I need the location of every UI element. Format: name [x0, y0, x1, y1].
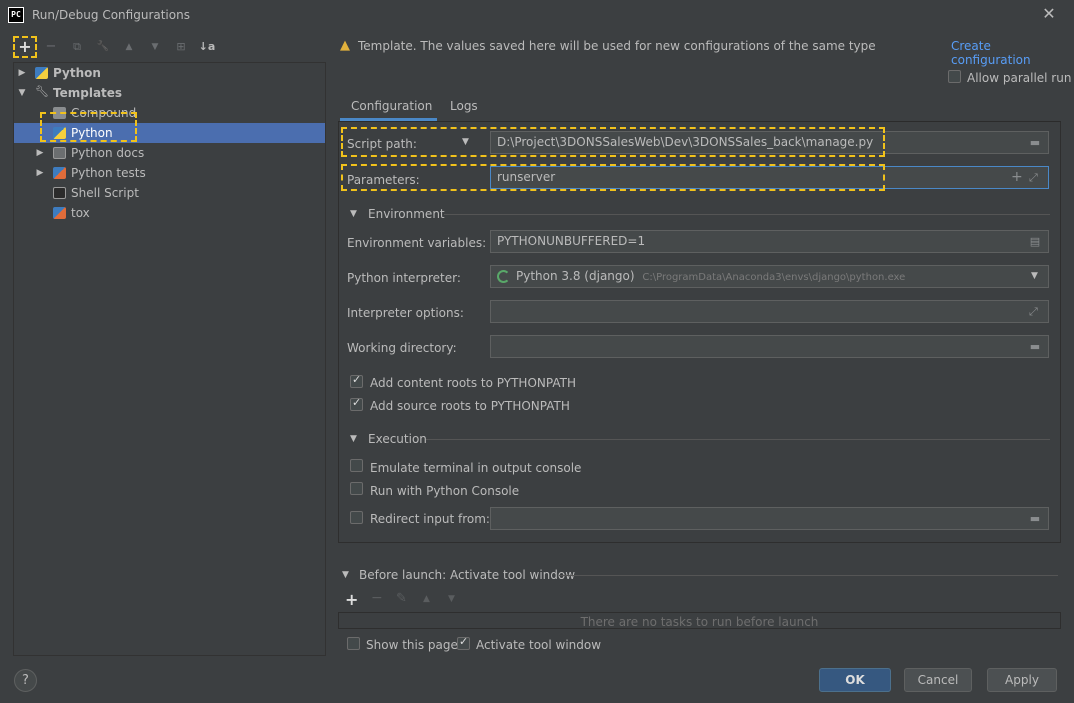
pycharm-app-icon: PC: [8, 7, 24, 23]
tree-item-shell-script[interactable]: Shell Script: [14, 183, 325, 203]
tox-icon: [53, 207, 66, 219]
add-source-roots-checkbox[interactable]: [350, 396, 363, 411]
tree-item-label: Python docs: [71, 146, 145, 160]
tree-item-python-tests[interactable]: ▶ Python tests: [14, 163, 325, 183]
remove-configuration-button[interactable]: −: [42, 38, 60, 56]
no-tasks-message: There are no tasks to run before launch: [580, 615, 819, 629]
redirect-input-label: Redirect input from:: [370, 512, 490, 526]
wrench-icon: 🔧︎: [35, 85, 49, 98]
tree-item-label: tox: [71, 206, 90, 220]
folder-icon[interactable]: ▬: [1027, 512, 1043, 525]
parameters-highlight: [341, 164, 885, 191]
run-with-console-checkbox[interactable]: [350, 482, 363, 495]
redirect-input-field[interactable]: [490, 507, 1049, 530]
add-task-button[interactable]: +: [345, 590, 358, 609]
tree-item-label: Templates: [53, 86, 123, 100]
create-folder-icon[interactable]: ⊞: [172, 38, 190, 56]
template-banner-text: Template. The values saved here will be …: [358, 39, 876, 53]
configuration-tree: ▶ Python ▼ 🔧︎ Templates Compound Python …: [13, 62, 326, 656]
working-directory-label: Working directory:: [347, 341, 457, 355]
env-vars-field[interactable]: PYTHONUNBUFFERED=1: [490, 230, 1049, 253]
environment-collapse-icon[interactable]: ▼: [350, 209, 357, 219]
tab-configuration[interactable]: Configuration: [351, 99, 432, 113]
apply-button[interactable]: Apply: [987, 668, 1057, 692]
close-icon[interactable]: ✕: [1040, 4, 1058, 24]
show-this-page-label: Show this page: [366, 638, 458, 652]
ok-button[interactable]: OK: [819, 668, 891, 692]
tree-item-templates[interactable]: ▼ 🔧︎ Templates: [14, 83, 325, 103]
cancel-button[interactable]: Cancel: [904, 668, 972, 692]
tree-item-python-docs[interactable]: ▶ Python docs: [14, 143, 325, 163]
tab-logs[interactable]: Logs: [450, 99, 478, 113]
tree-item-label: Python tests: [71, 166, 146, 180]
copy-configuration-icon[interactable]: ⧉: [68, 38, 86, 56]
add-macro-icon[interactable]: +: [1011, 169, 1023, 185]
emulate-terminal-label: Emulate terminal in output console: [370, 461, 582, 475]
tree-item-label: Shell Script: [71, 186, 139, 200]
folder-icon[interactable]: ▬: [1027, 340, 1043, 353]
expand-icon[interactable]: ⤢: [1029, 171, 1038, 185]
allow-parallel-run-checkbox[interactable]: [948, 70, 961, 83]
expand-arrow-icon[interactable]: ▶: [35, 163, 45, 183]
expand-arrow-icon[interactable]: ▶: [17, 63, 27, 83]
section-divider: [444, 214, 1050, 215]
before-launch-collapse-icon[interactable]: ▼: [342, 570, 349, 580]
warning-icon: ▲: [340, 38, 350, 53]
move-task-down-icon[interactable]: ▼: [448, 594, 455, 604]
remove-task-button[interactable]: −: [371, 590, 383, 606]
edit-defaults-icon[interactable]: 🔧: [94, 38, 112, 56]
redirect-input-checkbox[interactable]: [350, 511, 363, 524]
execution-section-title: Execution: [368, 432, 427, 446]
run-with-console-label: Run with Python Console: [370, 484, 520, 498]
script-path-highlight: [341, 127, 885, 157]
tree-item-tox[interactable]: tox: [14, 203, 325, 223]
move-task-up-icon[interactable]: ▲: [423, 594, 430, 604]
expand-icon[interactable]: ⤢: [1029, 305, 1038, 319]
interpreter-options-label: Interpreter options:: [347, 306, 464, 320]
help-button[interactable]: ?: [14, 669, 37, 692]
python-tests-icon: [53, 167, 66, 179]
create-configuration-link[interactable]: Create configuration: [951, 39, 1074, 67]
before-launch-title: Before launch: Activate tool window: [359, 568, 576, 582]
expand-arrow-icon[interactable]: ▶: [35, 143, 45, 163]
allow-parallel-run-label: Allow parallel run: [967, 71, 1072, 85]
execution-collapse-icon[interactable]: ▼: [350, 434, 357, 444]
add-configuration-button[interactable]: +: [16, 38, 34, 56]
working-directory-field[interactable]: [490, 335, 1049, 358]
edit-task-icon[interactable]: ✎: [396, 591, 407, 606]
python-interpreter-label: Python interpreter:: [347, 271, 461, 285]
section-divider: [426, 439, 1050, 440]
collapse-arrow-icon[interactable]: ▼: [17, 83, 27, 103]
add-content-roots-checkbox[interactable]: [350, 373, 363, 388]
interpreter-name: Python 3.8 (django): [516, 269, 635, 283]
section-divider: [559, 575, 1058, 576]
environment-section-title: Environment: [368, 207, 445, 221]
interpreter-options-field[interactable]: [490, 300, 1049, 323]
python-template-highlight: [40, 112, 137, 142]
activate-tool-window-checkbox[interactable]: [457, 635, 470, 650]
tree-item-label: Python: [53, 66, 101, 80]
python-interpreter-select[interactable]: Python 3.8 (django) C:\ProgramData\Anaco…: [490, 265, 1049, 288]
chevron-down-icon[interactable]: ▼: [1031, 271, 1038, 281]
move-up-icon[interactable]: ▲: [120, 38, 138, 56]
edit-env-vars-icon[interactable]: ▤: [1027, 235, 1043, 248]
move-down-icon[interactable]: ▼: [146, 38, 164, 56]
env-vars-label: Environment variables:: [347, 236, 487, 250]
folder-icon[interactable]: ▬: [1027, 136, 1043, 149]
interpreter-path: C:\ProgramData\Anaconda3\envs\django\pyt…: [642, 272, 906, 283]
activate-tool-window-label: Activate tool window: [476, 638, 602, 652]
show-this-page-checkbox[interactable]: [347, 637, 360, 650]
sort-icon[interactable]: ↓a: [198, 38, 216, 56]
tree-item-python[interactable]: ▶ Python: [14, 63, 325, 83]
python-icon: [35, 67, 48, 79]
window-title: Run/Debug Configurations: [32, 8, 190, 22]
shell-script-icon: [53, 187, 66, 199]
docs-icon: [53, 147, 66, 159]
add-source-roots-label: Add source roots to PYTHONPATH: [370, 399, 570, 413]
add-content-roots-label: Add content roots to PYTHONPATH: [370, 376, 576, 390]
conda-interpreter-icon: [497, 270, 510, 283]
emulate-terminal-checkbox[interactable]: [350, 459, 363, 472]
